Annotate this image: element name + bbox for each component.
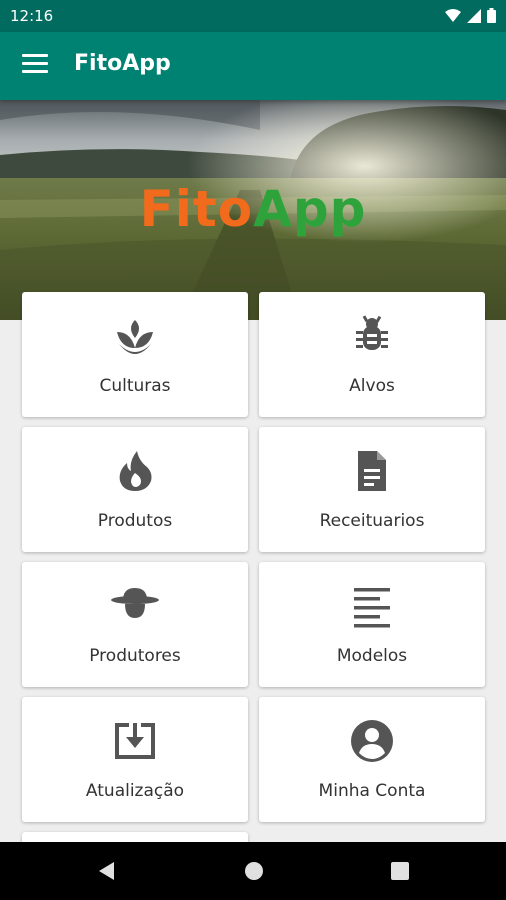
battery-icon — [487, 8, 496, 23]
produtos-card[interactable]: Produtos — [22, 427, 248, 552]
status-time: 12:16 — [10, 7, 54, 25]
logo-app: App — [253, 180, 367, 238]
receituarios-card[interactable]: Receituarios — [259, 427, 485, 552]
wifi-icon — [445, 8, 461, 22]
card-label: Produtos — [97, 511, 173, 531]
hero-banner: FitoApp — [0, 100, 506, 320]
minha-conta-card[interactable]: Minha Conta — [259, 697, 485, 822]
status-bar: 12:16 — [0, 0, 506, 32]
download-box-icon — [115, 723, 155, 759]
card-label: Atualização — [85, 781, 185, 801]
card-label: Culturas — [99, 376, 171, 396]
home-icon[interactable] — [243, 860, 265, 882]
alvos-card[interactable]: Alvos — [259, 292, 485, 417]
card-label: Alvos — [349, 376, 395, 396]
produtores-card[interactable]: Produtores — [22, 562, 248, 687]
app-title: FitoApp — [74, 51, 171, 76]
card-label: Minha Conta — [318, 781, 426, 801]
logo-fito: Fito — [139, 180, 254, 238]
farmer-hat-icon — [111, 588, 159, 618]
account-circle-icon — [351, 720, 393, 762]
sprout-icon — [117, 320, 153, 354]
hero-logo: FitoApp — [0, 180, 506, 238]
bug-icon — [356, 315, 388, 350]
atualizacao-card[interactable]: Atualização — [22, 697, 248, 822]
recents-icon[interactable] — [389, 860, 411, 882]
navigation-bar — [0, 842, 506, 900]
card-label: Modelos — [336, 646, 408, 666]
card-label: Produtores — [89, 646, 181, 666]
app-bar: FitoApp — [0, 32, 506, 100]
flame-icon — [119, 451, 152, 491]
back-icon[interactable] — [96, 860, 118, 882]
menu-icon[interactable] — [22, 54, 48, 74]
status-icons — [445, 8, 496, 23]
modelos-card[interactable]: Modelos — [259, 562, 485, 687]
signal-icon — [467, 8, 481, 23]
document-icon — [358, 451, 386, 491]
card-label: Receituarios — [319, 511, 425, 531]
culturas-card[interactable]: Culturas — [22, 292, 248, 417]
text-lines-icon — [354, 588, 390, 628]
